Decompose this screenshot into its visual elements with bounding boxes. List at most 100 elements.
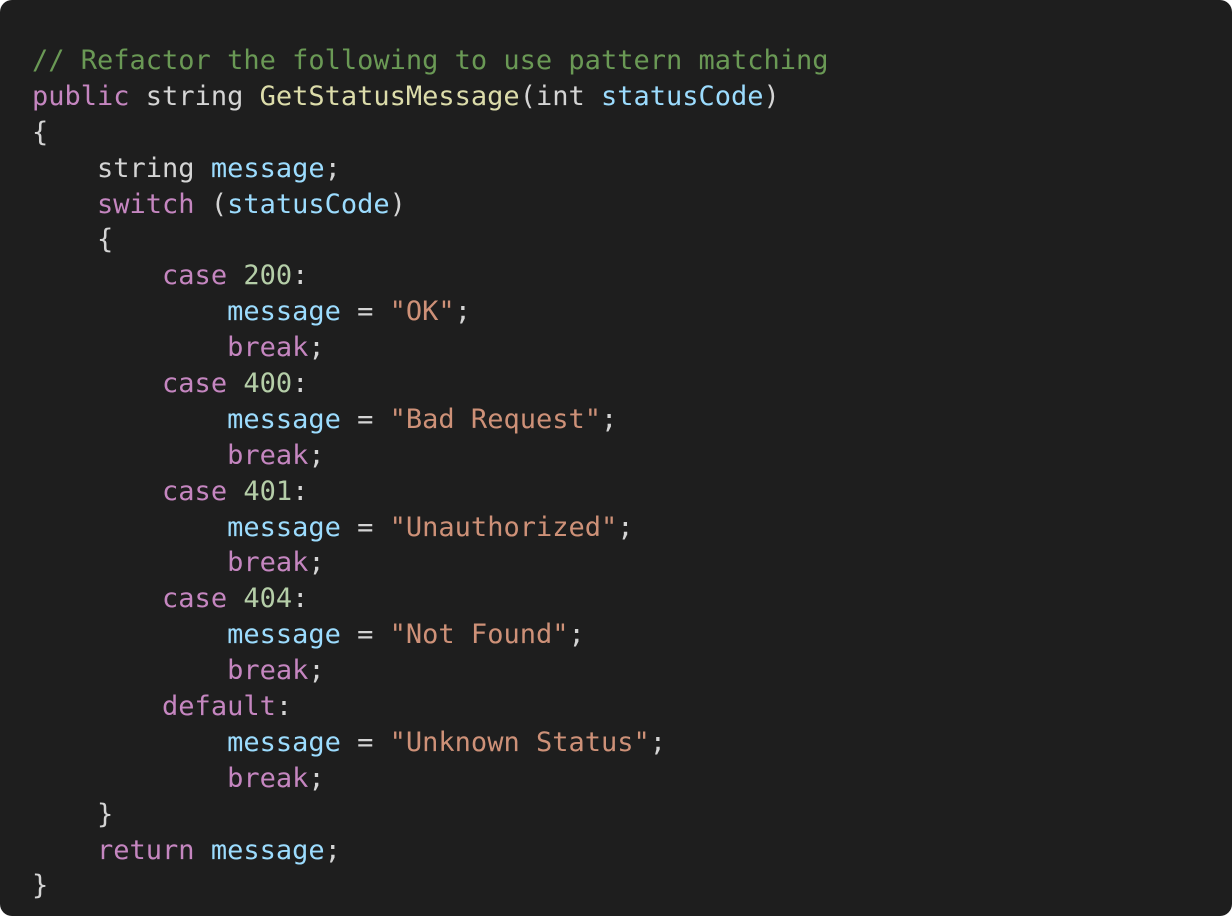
code-token-string: "Unauthorized" — [389, 511, 618, 543]
code-token-comment: // Refactor the following to use pattern… — [32, 45, 829, 76]
code-token-plain: : — [292, 260, 309, 292]
code-token-plain: (int — [519, 80, 601, 112]
code-token-plain: : — [292, 475, 309, 507]
code-token-keyword: case — [162, 583, 228, 615]
code-token-number: 200 — [243, 260, 293, 292]
code-line: default: — [32, 689, 1232, 725]
code-token-number: 401 — [243, 475, 293, 507]
code-token-keyword: case — [162, 475, 228, 507]
code-token-plain: { — [32, 116, 49, 148]
code-token-plain: ; — [308, 762, 325, 794]
code-token-plain: string — [129, 80, 260, 112]
code-token-variable: statusCode — [600, 80, 764, 112]
code-token-plain: ; — [308, 439, 325, 471]
code-token-variable: statusCode — [227, 188, 390, 220]
code-line: string message; — [32, 151, 1232, 187]
code-token-variable: message — [227, 296, 341, 328]
code-line: // Refactor the following to use pattern… — [32, 43, 1232, 79]
code-line: } — [32, 868, 1232, 904]
code-token-keyword: public — [32, 80, 130, 112]
code-token-keyword: case — [162, 260, 228, 292]
code-lines: // Refactor the following to use pattern… — [32, 43, 1232, 904]
code-token-plain: ; — [308, 547, 325, 579]
code-token-plain: { — [32, 224, 114, 256]
code-line: { — [32, 222, 1232, 258]
code-line: case 401: — [32, 474, 1232, 510]
code-line: switch (statusCode) — [32, 187, 1232, 223]
code-token-keyword: break — [227, 439, 309, 471]
code-line: message = "Not Found"; — [32, 617, 1232, 653]
code-token-plain: : — [275, 691, 293, 723]
code-line: case 404: — [32, 581, 1232, 617]
code-line: return message; — [32, 833, 1232, 869]
code-line: message = "OK"; — [32, 294, 1232, 330]
code-token-plain: = — [340, 403, 390, 435]
code-line: message = "Unknown Status"; — [32, 725, 1232, 761]
code-token-plain: ; — [308, 332, 325, 364]
code-token-variable: message — [227, 726, 341, 758]
code-line: message = "Unauthorized"; — [32, 510, 1232, 546]
code-line: case 400: — [32, 366, 1232, 402]
code-token-variable: message — [227, 619, 341, 651]
code-token-keyword: default — [162, 691, 276, 723]
code-token-variable: message — [227, 403, 341, 435]
code-token-function: GetStatusMessage — [259, 80, 520, 112]
code-token-plain: ; — [454, 296, 471, 328]
code-token-plain: ) — [389, 188, 406, 220]
code-token-string: "Bad Request" — [389, 403, 601, 435]
code-line: message = "Bad Request"; — [32, 402, 1232, 438]
code-token-plain: : — [292, 583, 309, 615]
code-token-plain: ; — [308, 655, 325, 687]
code-token-plain: } — [32, 798, 114, 830]
code-token-variable: message — [210, 834, 325, 866]
code-token-plain: = — [340, 296, 390, 328]
code-line: case 200: — [32, 258, 1232, 294]
code-line: break; — [32, 438, 1232, 474]
code-line: break; — [32, 761, 1232, 797]
code-token-keyword: return — [97, 834, 195, 866]
code-line: break; — [32, 653, 1232, 689]
code-token-keyword: break — [227, 762, 309, 794]
code-line: public string GetStatusMessage(int statu… — [32, 79, 1232, 115]
code-token-plain: ; — [600, 403, 618, 435]
code-token-string: "Not Found" — [389, 619, 569, 651]
code-line: { — [32, 115, 1232, 151]
code-token-plain: } — [32, 870, 49, 902]
code-token-plain: ; — [324, 834, 341, 866]
code-token-plain: ) — [763, 80, 780, 112]
code-token-keyword: break — [227, 332, 309, 364]
code-token-plain: ; — [649, 726, 667, 758]
code-token-variable: message — [227, 511, 341, 543]
code-token-string: "Unknown Status" — [389, 726, 650, 758]
code-token-plain: ; — [568, 619, 585, 651]
code-line: break; — [32, 545, 1232, 581]
code-line: break; — [32, 330, 1232, 366]
code-token-plain: ; — [617, 511, 634, 543]
code-token-number: 400 — [243, 368, 293, 400]
code-token-string: "OK" — [389, 296, 455, 328]
code-token-plain: = — [340, 511, 390, 543]
code-token-plain: ; — [324, 152, 341, 184]
code-token-plain: = — [340, 619, 390, 651]
code-token-keyword: break — [227, 547, 309, 579]
code-token-keyword: switch — [97, 188, 195, 220]
